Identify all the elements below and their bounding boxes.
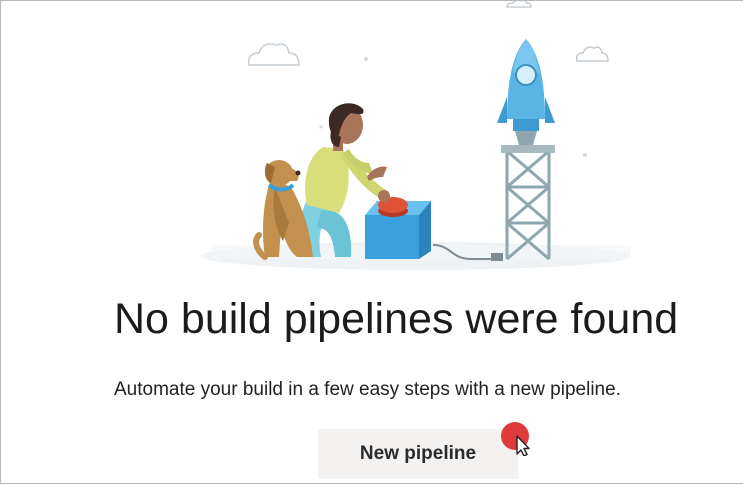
launch-tower — [505, 149, 551, 261]
rocket-icon — [497, 39, 555, 145]
rocket-launch-illustration — [201, 1, 631, 270]
empty-state-title: No build pipelines were found — [114, 295, 679, 343]
cloud-icon — [506, 1, 532, 8]
cursor-click-indicator-icon — [501, 422, 530, 456]
cloud-icon — [247, 43, 300, 66]
empty-state-panel: No build pipelines were found Automate y… — [0, 0, 743, 484]
empty-state-description: Automate your build in a few easy steps … — [114, 379, 621, 400]
cloud-icon — [575, 46, 609, 62]
new-pipeline-button[interactable]: New pipeline — [318, 429, 518, 479]
